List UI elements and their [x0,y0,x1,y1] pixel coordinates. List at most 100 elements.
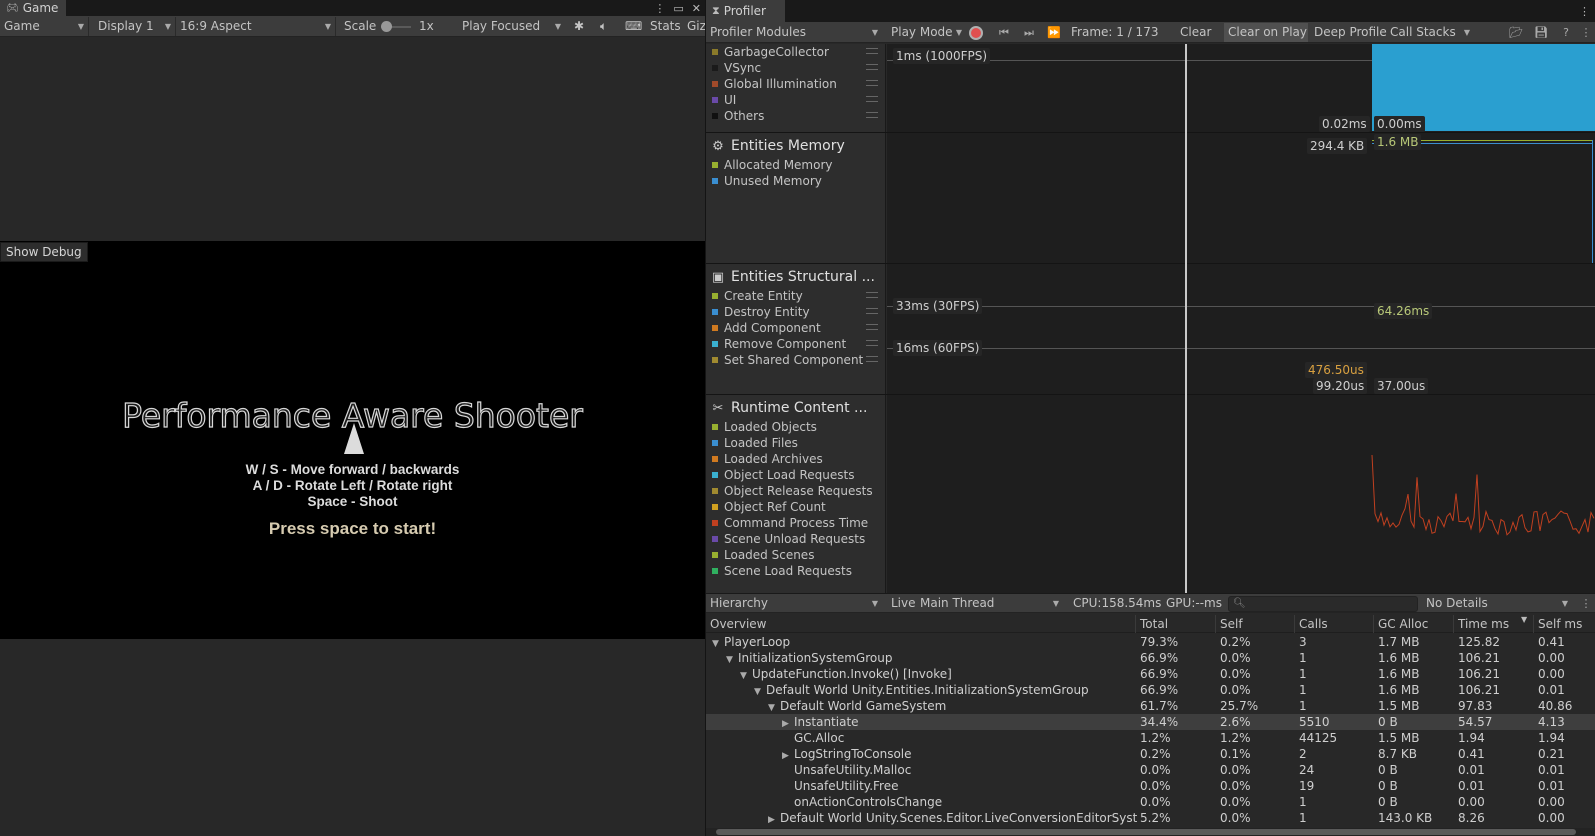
legend-item[interactable]: Destroy Entity [712,304,884,320]
col-calls[interactable]: Calls [1294,615,1373,633]
expanded-arrow-icon[interactable]: ▼ [740,668,752,682]
reorder-handle-icon[interactable] [866,292,878,298]
reorder-handle-icon[interactable] [866,356,878,362]
more-menu-icon[interactable]: ⋮ [654,2,665,15]
cpu-graph[interactable]: 1ms (1000FPS) 0.02ms 0.00ms [887,44,1595,132]
entities-memory-header[interactable]: ⚙ Entities Memory [711,136,845,156]
entities-structural-legend[interactable]: ▣ Entities Structural ... Create Entity D… [706,264,886,394]
legend-item[interactable]: VSync [712,60,884,76]
reorder-handle-icon[interactable] [866,340,878,346]
reorder-handle-icon[interactable] [866,324,878,330]
keyboard-icon[interactable]: ⌨ [621,17,646,36]
hierarchy-search-input[interactable]: 🔍︎ [1228,596,1418,612]
entities-structural-graph[interactable]: 33ms (30FPS) 16ms (60FPS) 64.26ms 476.50… [887,264,1595,394]
collapsed-arrow-icon[interactable]: ▶ [768,812,780,826]
expanded-arrow-icon[interactable]: ▼ [768,700,780,714]
maximize-icon[interactable]: ▭ [673,2,683,15]
reorder-handle-icon[interactable] [866,80,878,86]
table-row[interactable]: ▼ PlayerLoop 79.3% 0.2% 3 1.7 MB 125.82 0.41 [706,634,1595,650]
next-frame-icon[interactable]: ⏭ [1019,23,1039,42]
clear-on-play-toggle[interactable]: Clear on Play [1224,23,1308,42]
reorder-handle-icon[interactable] [866,48,878,54]
profiler-modules-dropdown[interactable]: Profiler Modules ▼ [706,23,882,42]
frame-cursor[interactable] [1185,44,1187,593]
table-row[interactable]: UnsafeUtility.Free 0.0% 0.0% 19 0 B 0.01 0.01 [706,778,1595,794]
details-dropdown[interactable]: No Details ▼ [1422,594,1572,613]
legend-item[interactable]: Object Load Requests [712,467,884,483]
legend-item[interactable]: Scene Load Requests [712,563,884,579]
legend-item[interactable]: Object Ref Count [712,499,884,515]
clear-button[interactable]: Clear [1176,23,1215,42]
display-dropdown[interactable]: Display 1 ▼ [94,17,176,36]
table-row[interactable]: GC.Alloc 1.2% 1.2% 44125 1.5 MB 1.94 1.94 [706,730,1595,746]
legend-item[interactable]: Loaded Scenes [712,547,884,563]
aspect-dropdown[interactable]: 16:9 Aspect ▼ [176,17,336,36]
collapsed-arrow-icon[interactable]: ▶ [782,748,794,762]
legend-item[interactable]: Allocated Memory [712,157,884,173]
entities-structural-header[interactable]: ▣ Entities Structural ... [711,267,875,287]
legend-item[interactable]: Command Process Time [712,515,884,531]
more-menu-icon[interactable]: ⋮ [1579,5,1590,18]
record-button[interactable] [969,26,983,40]
runtime-content-header[interactable]: ✂ Runtime Content ... [711,398,868,418]
expanded-arrow-icon[interactable]: ▼ [726,652,738,666]
col-total[interactable]: Total [1135,615,1215,633]
close-icon[interactable]: ✕ [692,2,701,15]
deep-profile-toggle[interactable]: Deep Profile [1310,23,1391,42]
table-row[interactable]: ▼ Default World GameSystem 61.7% 25.7% 1 1.5 … [706,698,1595,714]
entities-memory-graph[interactable]: 294.4 KB 1.6 MB [887,133,1595,263]
legend-item[interactable]: Global Illumination [712,76,884,92]
col-self-ms[interactable]: Self ms [1533,615,1595,633]
load-icon[interactable]: 📂︎ [1506,23,1526,42]
table-row[interactable]: ▼ Default World Unity.Entities.Initializa… [706,682,1595,698]
scale-slider-knob[interactable] [381,21,392,32]
col-self[interactable]: Self [1215,615,1294,633]
table-row[interactable]: UnsafeUtility.Malloc 0.0% 0.0% 24 0 B 0.01 0.0… [706,762,1595,778]
last-frame-icon[interactable]: ⏩ [1044,23,1064,42]
audio-icon[interactable]: 🔈︎ [596,17,611,36]
legend-item[interactable]: Object Release Requests [712,483,884,499]
live-toggle[interactable]: Live [887,594,920,613]
play-mode-dropdown[interactable]: Play Focused ▼ [458,17,565,36]
stats-button[interactable]: Stats [646,17,685,36]
table-row[interactable]: onActionControlsChange 0.0% 0.0% 1 0 B 0.00 0.… [706,794,1595,810]
tab-game[interactable]: 🎮︎ Game [0,0,67,16]
reorder-handle-icon[interactable] [866,112,878,118]
save-icon[interactable]: 💾︎ [1531,23,1551,42]
runtime-content-graph[interactable] [887,395,1595,593]
legend-item[interactable]: Create Entity [712,288,884,304]
bug-icon[interactable]: ✱ [570,17,588,36]
legend-item[interactable]: Loaded Archives [712,451,884,467]
legend-item[interactable]: Others [712,108,884,124]
legend-item[interactable]: Unused Memory [712,173,884,189]
game-viewport[interactable]: Show Debug Performance Aware Shooter W /… [0,241,705,639]
call-stacks-dropdown[interactable]: Call Stacks ▼ [1386,23,1474,42]
more-menu-icon[interactable]: ⋮ [1576,594,1595,613]
legend-item[interactable]: Set Shared Component [712,352,884,368]
expanded-arrow-icon[interactable]: ▼ [754,684,766,698]
tab-profiler[interactable]: ⧗ Profiler [706,0,785,22]
play-mode-target-dropdown[interactable]: Play Mode ▼ [887,23,966,42]
table-row[interactable]: ▼ InitializationSystemGroup 66.9% 0.0% 1 1.6 … [706,650,1595,666]
col-gc-alloc[interactable]: GC Alloc [1373,615,1453,633]
runtime-content-legend[interactable]: ✂ Runtime Content ... Loaded Objects Load… [706,395,886,593]
show-debug-button[interactable]: Show Debug [0,242,88,262]
col-overview[interactable]: Overview [706,615,1135,633]
more-menu-icon[interactable]: ⋮ [1576,23,1595,42]
legend-item[interactable]: UI [712,92,884,108]
scrollbar-thumb[interactable] [716,829,1576,835]
thread-dropdown[interactable]: Main Thread ▼ [916,594,1063,613]
legend-item[interactable]: Loaded Objects [712,419,884,435]
table-row[interactable]: ▶ Default World Unity.Scenes.Editor.LiveC… [706,810,1595,826]
table-row[interactable]: ▶ Instantiate 34.4% 2.6% 5510 0 B 54.57 4.13 [706,714,1595,730]
reorder-handle-icon[interactable] [866,308,878,314]
legend-item[interactable]: Scene Unload Requests [712,531,884,547]
prev-frame-icon[interactable]: ⏮ [994,23,1014,42]
horizontal-scrollbar[interactable] [706,828,1595,836]
collapsed-arrow-icon[interactable]: ▶ [782,716,794,730]
table-row[interactable]: ▶ LogStringToConsole 0.2% 0.1% 2 8.7 KB 0.41 0.… [706,746,1595,762]
legend-item[interactable]: GarbageCollector [712,44,884,60]
cpu-module-legend[interactable]: GarbageCollector VSync Global Illumination… [706,44,886,132]
table-row[interactable]: ▼ UpdateFunction.Invoke() [Invoke] 66.9% 0.… [706,666,1595,682]
legend-item[interactable]: Remove Component [712,336,884,352]
